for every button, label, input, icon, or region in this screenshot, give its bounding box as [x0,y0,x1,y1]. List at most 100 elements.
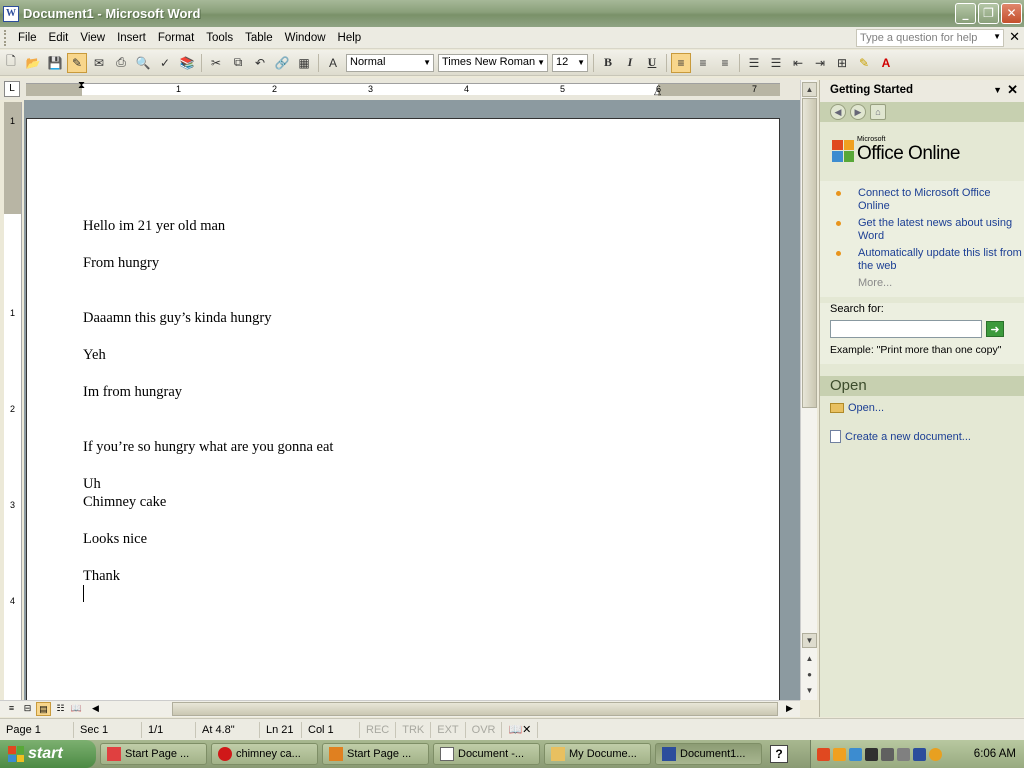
right-indent-icon[interactable]: △ [654,86,661,97]
taskbar-item-active[interactable]: Document1... [655,743,762,765]
underline-button[interactable]: U [642,53,662,73]
menu-window[interactable]: Window [279,32,332,44]
font-select[interactable]: Times New Roman ▼ [438,53,548,72]
increase-indent-icon[interactable]: ⇥ [810,53,830,73]
decrease-indent-icon[interactable]: ⇤ [788,53,808,73]
close-pane-icon[interactable]: ✕ [1007,82,1018,98]
taskbar-item[interactable]: Start Page ... [100,743,207,765]
indent-marker-icon[interactable]: ⧗ [78,80,85,91]
taskbar-item[interactable]: My Docume... [544,743,651,765]
scroll-thumb[interactable] [802,98,817,408]
web-layout-icon[interactable]: ⊟ [20,702,35,716]
table-icon[interactable]: ▦ [294,53,314,73]
borders-icon[interactable]: ⊞ [832,53,852,73]
document-page[interactable]: Hello im 21 yer old man From hungry Daaa… [26,118,780,700]
new-document-link[interactable]: Create a new document... [820,430,1024,443]
tray-app-icon[interactable] [865,747,878,761]
scroll-up-icon[interactable]: ▲ [802,82,817,97]
previous-page-icon[interactable]: ▲ [802,652,817,667]
email-icon[interactable]: ✉ [89,53,109,73]
new-document-icon[interactable]: 🗋 [1,53,21,73]
chevron-down-icon[interactable]: ▼ [993,85,1002,95]
spelling-status-icon[interactable]: 📖✕ [502,721,539,738]
forward-icon[interactable]: ▶ [850,104,866,120]
close-document-icon[interactable]: ✕ [1009,29,1020,45]
go-arrow-icon[interactable]: ➜ [986,321,1004,337]
styles-icon[interactable]: A [323,53,343,73]
copy-icon[interactable]: ⧉ [228,53,248,73]
menu-tools[interactable]: Tools [200,32,239,44]
open-folder-icon[interactable]: 📂 [23,53,43,73]
tray-app-icon[interactable] [913,747,926,761]
tray-app-icon[interactable] [817,747,830,761]
font-color-icon[interactable]: A [876,53,896,73]
menu-format[interactable]: Format [152,32,200,44]
numbering-icon[interactable]: ☰ [744,53,764,73]
scroll-down-icon[interactable]: ▼ [802,633,817,648]
outline-view-icon[interactable]: ☷ [53,702,68,716]
maximize-button[interactable]: ❐ [978,3,999,24]
word-app-icon[interactable]: W [3,5,19,22]
link-latest-news[interactable]: Get the latest news about using Word [820,217,1024,243]
search-icon[interactable] [929,747,942,761]
align-right-icon[interactable]: ≡ [715,53,735,73]
print-layout-icon[interactable]: ▤ [36,702,51,716]
menu-edit[interactable]: Edit [43,32,75,44]
status-rec[interactable]: REC [360,721,397,738]
align-left-icon[interactable]: ≡ [671,52,691,73]
research-icon[interactable]: 📚 [177,53,197,73]
undo-icon[interactable]: ↶ [250,53,270,73]
tray-app-icon[interactable] [833,747,846,761]
cut-icon[interactable]: ✂ [206,53,226,73]
status-trk[interactable]: TRK [396,721,432,738]
print-icon[interactable]: ⎙ [111,53,131,73]
scroll-right-icon[interactable]: ▶ [782,702,797,716]
help-search-input[interactable]: Type a question for help ▼ [856,29,1004,47]
horizontal-scroll-thumb[interactable] [172,702,778,716]
align-center-icon[interactable]: ≡ [693,53,713,73]
vertical-scrollbar[interactable]: ▲ ▼ ▲ ● ▼ [800,80,817,700]
open-link[interactable]: Open... [820,402,1024,414]
font-size-select[interactable]: 12 ▼ [552,53,588,72]
taskbar-item[interactable]: Start Page ... [322,743,429,765]
menu-help[interactable]: Help [332,32,368,44]
back-icon[interactable]: ◀ [830,104,846,120]
office-online-logo[interactable]: Microsoft Office Online [832,136,1024,165]
menu-table[interactable]: Table [239,32,279,44]
minimize-button[interactable]: _ [955,3,976,24]
document-body[interactable]: Hello im 21 yer old man From hungry Daaa… [83,217,743,603]
monitor-icon[interactable] [881,747,894,761]
tray-app-icon[interactable] [849,747,862,761]
permission-icon[interactable]: ✎ [67,52,87,73]
highlight-icon[interactable]: ✎ [854,53,874,73]
next-page-icon[interactable]: ▼ [802,684,817,699]
more-link[interactable]: More... [820,277,1024,289]
menu-file[interactable]: File [12,32,43,44]
vertical-ruler[interactable]: 1 1 2 3 4 [4,102,22,700]
horizontal-ruler[interactable]: L 1 2 3 4 5 6 7 ⧗ △ [0,78,800,100]
start-button[interactable]: start [0,740,96,768]
spelling-icon[interactable]: ✓ [155,53,175,73]
reading-layout-icon[interactable]: 📖 [69,702,84,716]
status-ext[interactable]: EXT [431,721,466,738]
link-auto-update[interactable]: Automatically update this list from the … [820,247,1024,273]
menu-grip[interactable] [4,29,8,46]
print-preview-icon[interactable]: 🔍 [133,53,153,73]
taskbar-item[interactable]: Document -... [433,743,540,765]
style-select[interactable]: Normal ▼ [346,53,434,72]
help-icon[interactable]: ? [770,745,788,763]
browse-object-icon[interactable]: ● [802,668,817,683]
status-ovr[interactable]: OVR [466,721,503,738]
bullets-icon[interactable]: ☰ [766,53,786,73]
taskbar-item[interactable]: chimney ca... [211,743,318,765]
bold-button[interactable]: B [598,53,618,73]
normal-view-icon[interactable]: ≡ [4,702,19,716]
hyperlink-icon[interactable]: 🔗 [272,53,292,73]
menu-insert[interactable]: Insert [111,32,152,44]
tab-selector-icon[interactable]: L [4,81,20,97]
chevron-down-icon[interactable]: ▼ [993,32,1001,41]
link-connect-office[interactable]: Connect to Microsoft Office Online [820,187,1024,213]
menu-view[interactable]: View [74,32,111,44]
italic-button[interactable]: I [620,53,640,73]
home-icon[interactable]: ⌂ [870,104,886,120]
